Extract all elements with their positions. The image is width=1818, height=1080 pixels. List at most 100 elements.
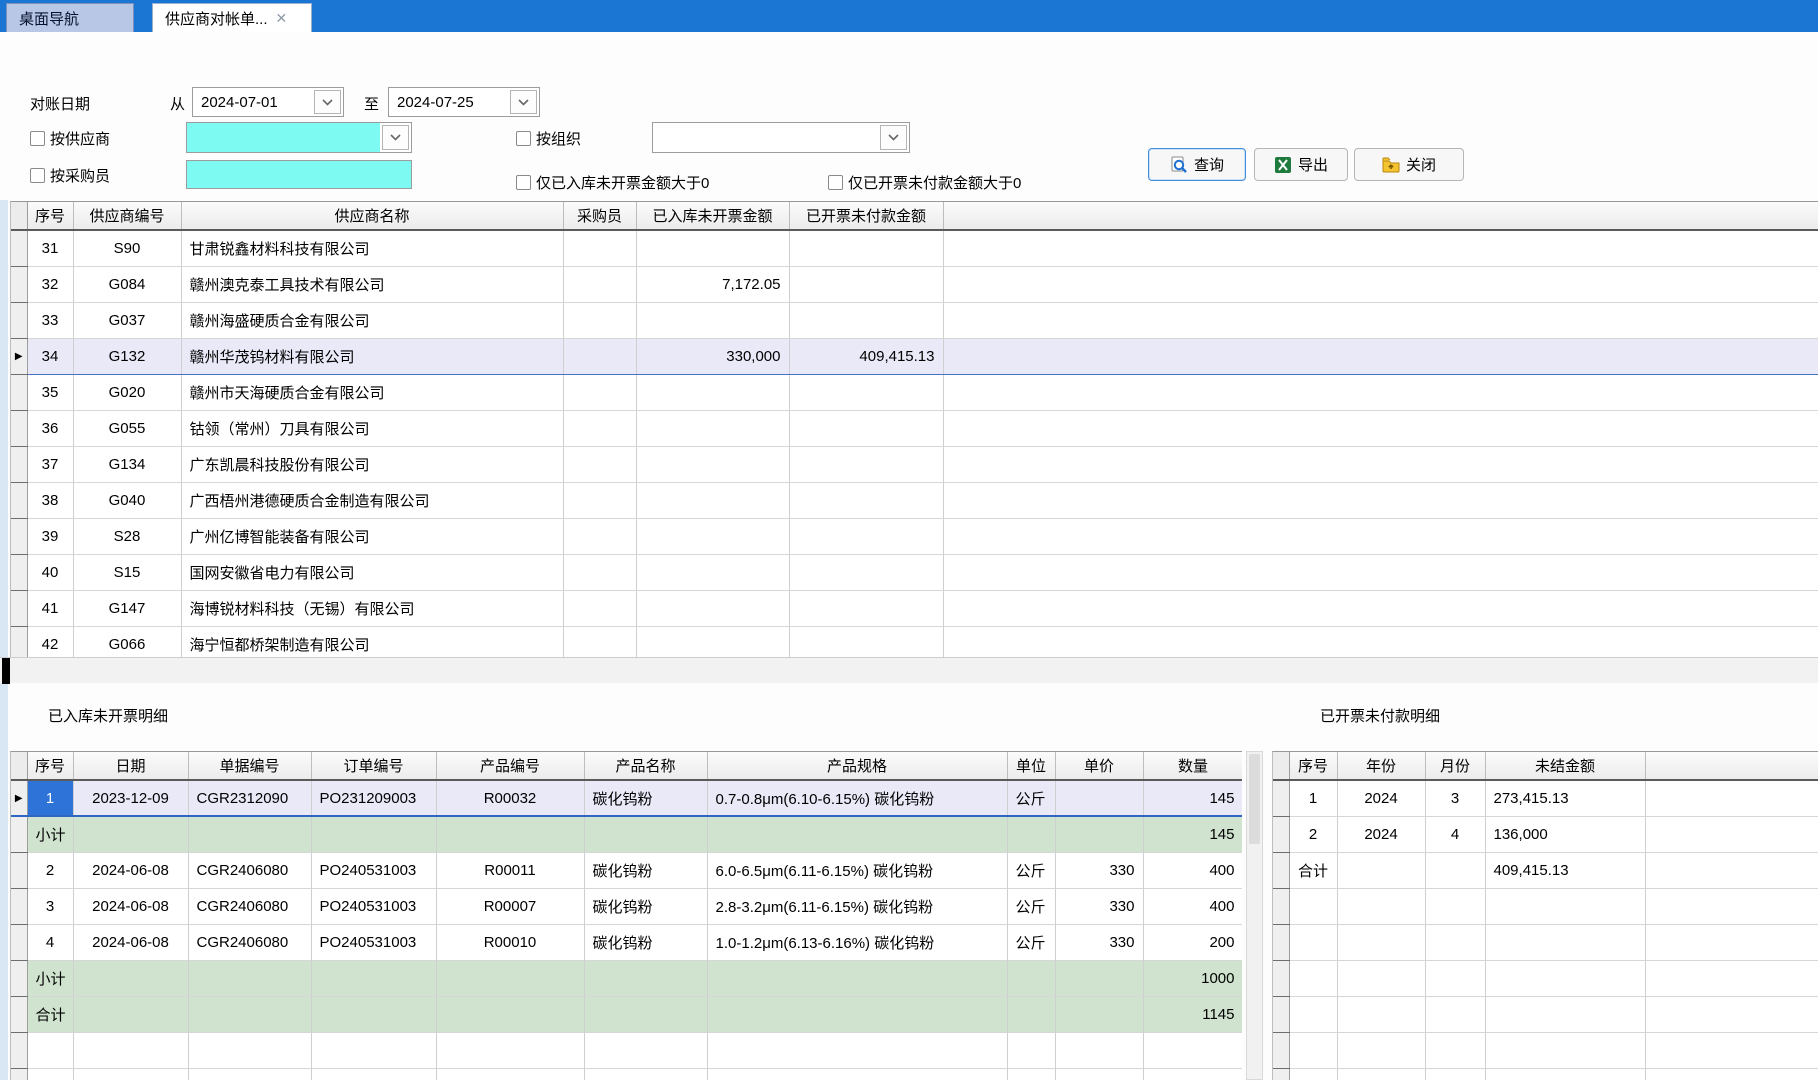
- instock-detail-grid-cell-qty[interactable]: [1143, 1068, 1242, 1080]
- supplier-grid-cell-code[interactable]: G040: [73, 482, 181, 518]
- instock-detail-grid-col-header-7[interactable]: 单位: [1007, 752, 1055, 780]
- invoiced-detail-grid-cell-month[interactable]: 3: [1425, 780, 1485, 816]
- supplier-grid-cell-code[interactable]: G147: [73, 590, 181, 626]
- instock-detail-grid-cell-date[interactable]: 2024-06-08: [73, 888, 188, 924]
- buyer-input[interactable]: [186, 160, 412, 189]
- instock-detail-grid-col-header-1[interactable]: 日期: [73, 752, 188, 780]
- instock-detail-grid-cell-unit[interactable]: [1007, 816, 1055, 852]
- invoiced-detail-grid-cell-seq[interactable]: [1289, 1032, 1337, 1068]
- invoiced-detail-grid-cell-year[interactable]: [1337, 1032, 1425, 1068]
- instock-detail-grid-cell-spec[interactable]: [707, 1068, 1007, 1080]
- supplier-grid-cell-name[interactable]: 钴领（常州）刀具有限公司: [181, 410, 563, 446]
- invoiced-detail-grid-cell-month[interactable]: [1425, 960, 1485, 996]
- supplier-grid-cell-buyer[interactable]: [563, 338, 636, 374]
- supplier-grid-row[interactable]: 37G134广东凯晨科技股份有限公司: [11, 446, 1818, 482]
- instock-detail-grid-cell-unit[interactable]: 公斤: [1007, 924, 1055, 960]
- date-from-combo[interactable]: 2024-07-01: [192, 87, 344, 117]
- row-selector[interactable]: [11, 626, 27, 657]
- row-selector[interactable]: [1273, 996, 1289, 1032]
- instock-detail-grid-cell-seq[interactable]: 3: [27, 888, 73, 924]
- invoiced-detail-grid-col-header-3[interactable]: 未结金额: [1485, 752, 1645, 780]
- instock-detail-grid-row[interactable]: ▶12023-12-09CGR2312090PO231209003R00032碳…: [11, 780, 1242, 816]
- invoiced-detail-grid-cell-amount[interactable]: 273,415.13: [1485, 780, 1645, 816]
- supplier-grid-row[interactable]: 36G055钴领（常州）刀具有限公司: [11, 410, 1818, 446]
- invoiced-detail-grid-row[interactable]: 220244136,000: [1273, 816, 1818, 852]
- invoiced-detail-grid-cell-seq[interactable]: 合计: [1289, 852, 1337, 888]
- instock-detail-grid-row[interactable]: 42024-06-08CGR2406080PO240531003R00010碳化…: [11, 924, 1242, 960]
- supplier-grid-cell-instock[interactable]: [636, 410, 789, 446]
- invoiced-detail-grid-cell-year[interactable]: [1337, 924, 1425, 960]
- row-selector[interactable]: [11, 996, 27, 1032]
- supplier-grid-col-header-4[interactable]: 已入库未开票金额: [636, 202, 789, 230]
- instock-detail-grid-cell-doc[interactable]: [188, 816, 311, 852]
- by-supplier-checkbox[interactable]: [30, 131, 45, 146]
- row-selector[interactable]: [1273, 888, 1289, 924]
- org-dropdown-button[interactable]: [880, 125, 907, 150]
- supplier-grid-cell-invoiced[interactable]: [789, 446, 943, 482]
- invoiced-detail-grid-cell-month[interactable]: [1425, 996, 1485, 1032]
- supplier-grid-cell-seq[interactable]: 37: [27, 446, 73, 482]
- instock-detail-grid-cell-seq[interactable]: 1: [27, 780, 73, 816]
- instock-detail-grid-cell-seq[interactable]: 小计: [27, 960, 73, 996]
- instock-detail-grid-cell-date[interactable]: 2024-06-08: [73, 924, 188, 960]
- supplier-grid-cell-name[interactable]: 赣州海盛硬质合金有限公司: [181, 302, 563, 338]
- supplier-grid-cell-invoiced[interactable]: [789, 230, 943, 266]
- instock-detail-grid-cell-price[interactable]: [1055, 960, 1143, 996]
- tab-close-icon[interactable]: ✕: [276, 10, 288, 27]
- instock-detail-grid-cell-spec[interactable]: [707, 960, 1007, 996]
- instock-detail-grid-col-header-3[interactable]: 订单编号: [311, 752, 436, 780]
- by-supplier-checkbox-row[interactable]: 按供应商: [30, 128, 110, 149]
- instock-detail-grid-cell-qty[interactable]: 1145: [1143, 996, 1242, 1032]
- supplier-grid-cell-code[interactable]: G134: [73, 446, 181, 482]
- supplier-grid-cell-buyer[interactable]: [563, 230, 636, 266]
- instock-detail-grid-cell-product[interactable]: [436, 960, 584, 996]
- supplier-grid-row[interactable]: 31S90甘肃锐鑫材料科技有限公司: [11, 230, 1818, 266]
- row-selector[interactable]: [11, 888, 27, 924]
- row-selector[interactable]: [11, 1032, 27, 1068]
- instock-detail-grid-cell-price[interactable]: [1055, 780, 1143, 816]
- row-selector[interactable]: [11, 302, 27, 338]
- supplier-grid-cell-invoiced[interactable]: [789, 626, 943, 657]
- query-button[interactable]: 查询: [1148, 148, 1246, 181]
- instock-detail-grid-cell-unit[interactable]: [1007, 1068, 1055, 1080]
- instock-detail-grid-cell-spec[interactable]: 0.7-0.8μm(6.10-6.15%) 碳化钨粉: [707, 780, 1007, 816]
- supplier-grid-cell-name[interactable]: 赣州华茂钨材料有限公司: [181, 338, 563, 374]
- invoiced-detail-grid-cell-amount[interactable]: [1485, 960, 1645, 996]
- supplier-grid-row[interactable]: 33G037赣州海盛硬质合金有限公司: [11, 302, 1818, 338]
- supplier-grid-cell-buyer[interactable]: [563, 626, 636, 657]
- invoiced-detail-grid-row[interactable]: [1273, 996, 1818, 1032]
- instock-detail-grid-cell-price[interactable]: [1055, 816, 1143, 852]
- instock-detail-vscrollbar[interactable]: [1246, 751, 1263, 1080]
- instock-detail-grid-row[interactable]: [11, 1068, 1242, 1080]
- instock-detail-grid-cell-pname[interactable]: 碳化钨粉: [584, 888, 707, 924]
- instock-detail-grid-cell-seq[interactable]: 4: [27, 924, 73, 960]
- supplier-grid-cell-code[interactable]: S28: [73, 518, 181, 554]
- instock-detail-grid-cell-price[interactable]: [1055, 1068, 1143, 1080]
- invoiced-detail-grid-cell-amount[interactable]: [1485, 888, 1645, 924]
- supplier-grid-cell-instock[interactable]: [636, 230, 789, 266]
- instock-detail-grid-cell-qty[interactable]: 200: [1143, 924, 1242, 960]
- instock-detail-grid-cell-seq[interactable]: 小计: [27, 816, 73, 852]
- supplier-grid-row[interactable]: 38G040广西梧州港德硬质合金制造有限公司: [11, 482, 1818, 518]
- instock-detail-grid-cell-pname[interactable]: [584, 1068, 707, 1080]
- row-selector[interactable]: [11, 518, 27, 554]
- supplier-grid-cell-instock[interactable]: [636, 518, 789, 554]
- row-selector[interactable]: ▶: [11, 338, 27, 374]
- instock-detail-grid-cell-doc[interactable]: [188, 1068, 311, 1080]
- instock-detail-grid-cell-seq[interactable]: [27, 1068, 73, 1080]
- instock-detail-grid-cell-pname[interactable]: [584, 996, 707, 1032]
- supplier-grid-cell-invoiced[interactable]: [789, 590, 943, 626]
- instock-detail-grid-cell-pname[interactable]: 碳化钨粉: [584, 924, 707, 960]
- invoiced-detail-grid-cell-amount[interactable]: [1485, 996, 1645, 1032]
- instock-detail-grid-row[interactable]: 32024-06-08CGR2406080PO240531003R00007碳化…: [11, 888, 1242, 924]
- instock-detail-grid-cell-qty[interactable]: 400: [1143, 852, 1242, 888]
- instock-detail-grid-cell-date[interactable]: [73, 816, 188, 852]
- main-grid-hscrollbar[interactable]: [0, 657, 1818, 683]
- supplier-combo[interactable]: [186, 122, 412, 153]
- supplier-grid-cell-invoiced[interactable]: [789, 410, 943, 446]
- instock-detail-grid-cell-product[interactable]: R00032: [436, 780, 584, 816]
- instock-detail-grid-cell-pname[interactable]: [584, 816, 707, 852]
- invoiced-detail-grid-cell-seq[interactable]: 1: [1289, 780, 1337, 816]
- instock-detail-grid-cell-spec[interactable]: [707, 816, 1007, 852]
- supplier-grid-cell-instock[interactable]: [636, 482, 789, 518]
